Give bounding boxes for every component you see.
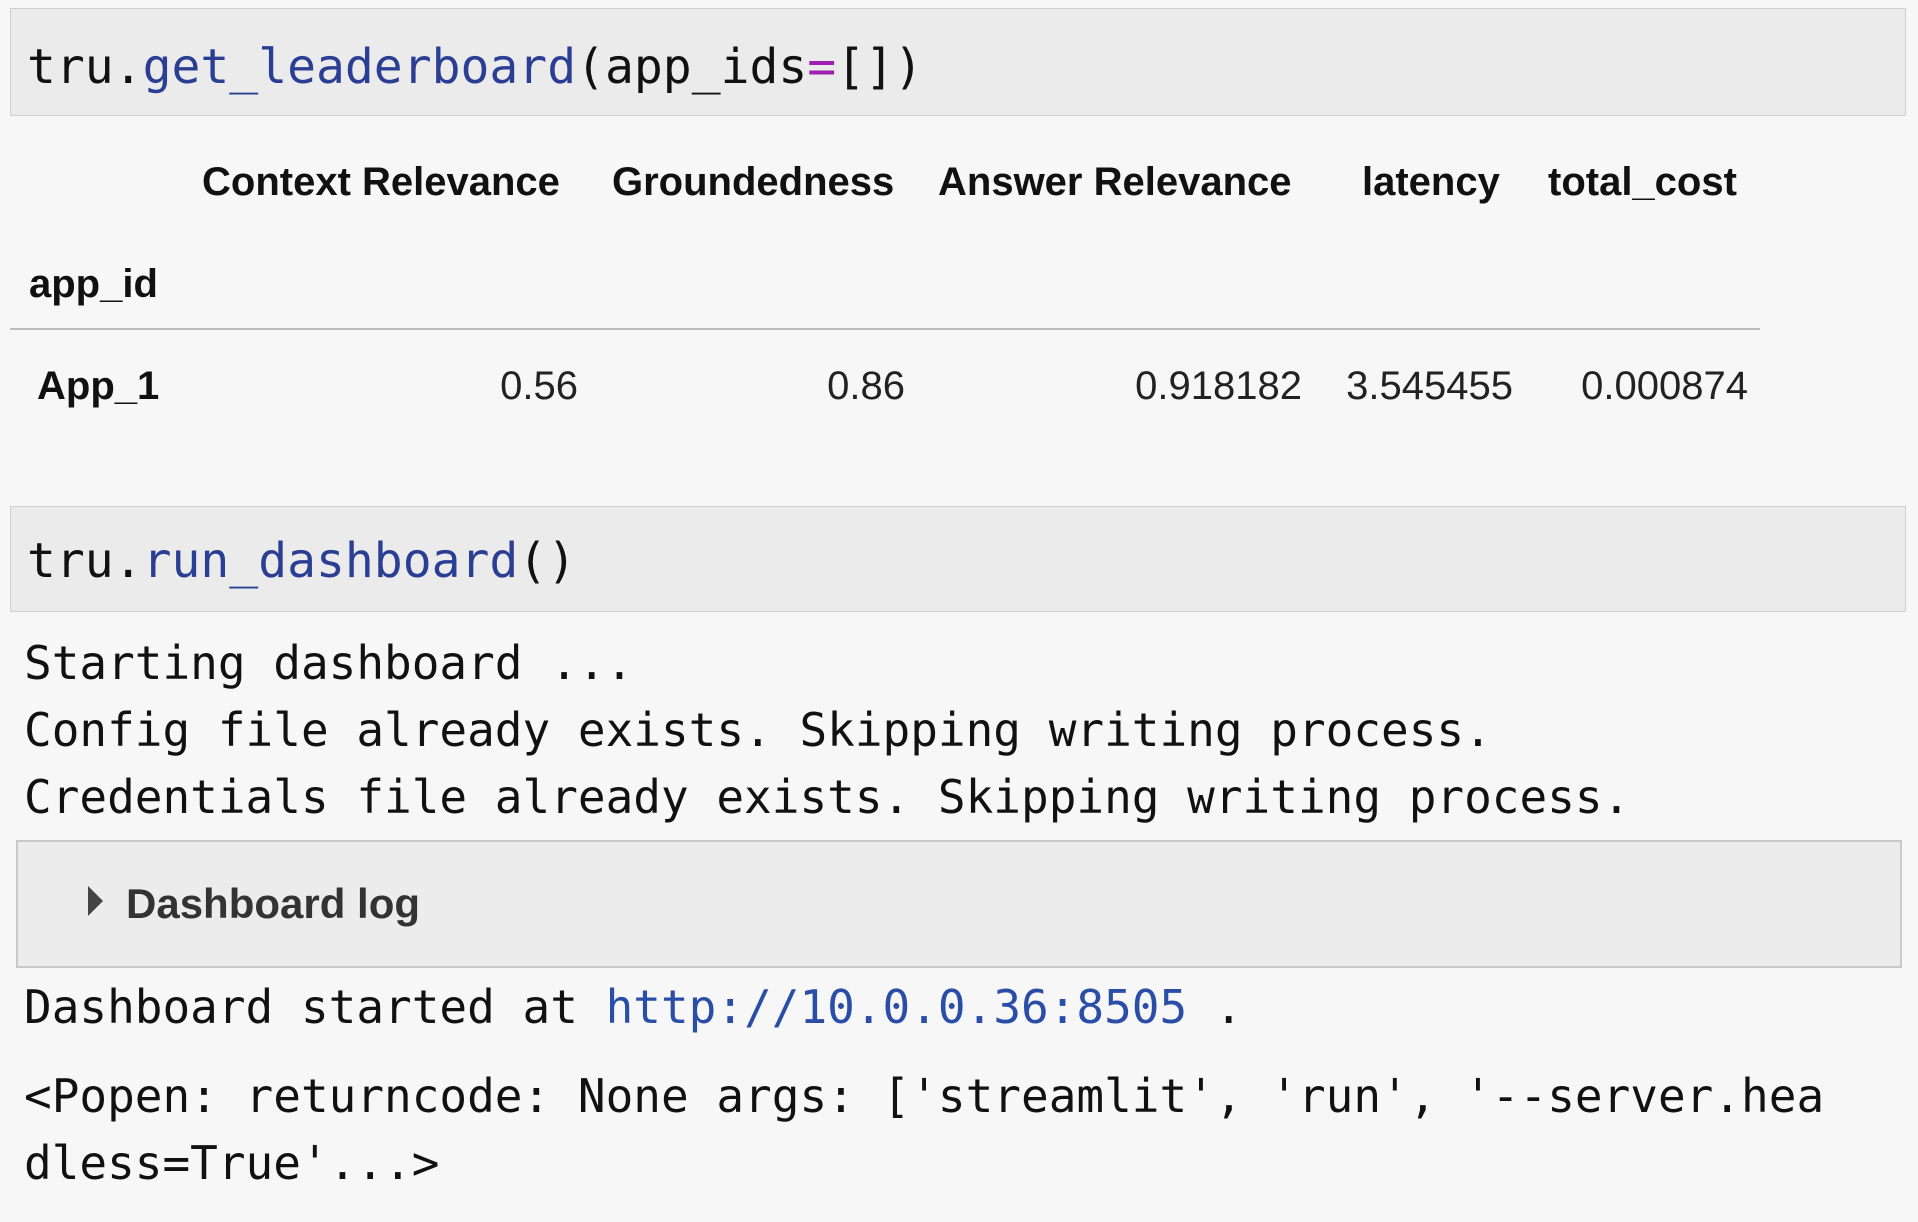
code-cell-get-leaderboard[interactable]: tru.get_leaderboard(app_ids=[]) <box>10 8 1906 116</box>
column-header-context-relevance: Context Relevance <box>202 160 560 204</box>
cell-output-stdout: Starting dashboard ... Config file alread… <box>24 630 1630 831</box>
code-paren-open: ( <box>576 39 605 95</box>
popen-line: <Popen: returncode: None args: ['streaml… <box>24 1069 1825 1123</box>
leaderboard-table: Context Relevance Groundedness Answer Re… <box>10 150 1760 450</box>
output-line: Starting dashboard ... <box>24 636 634 690</box>
code-cell-run-dashboard[interactable]: tru.run_dashboard() <box>10 506 1906 612</box>
caret-right-icon <box>88 886 103 916</box>
row-label-app: App_1 <box>37 364 160 408</box>
code-arg-value: [] <box>836 39 894 95</box>
cell-context-relevance: 0.56 <box>500 364 578 408</box>
output-line: Config file already exists. Skipping wri… <box>24 703 1492 757</box>
table-divider <box>10 328 1760 330</box>
popen-line: dless=True'...> <box>24 1136 440 1190</box>
code-dot: . <box>113 39 143 95</box>
code-paren-close: ) <box>894 39 923 95</box>
popen-result: <Popen: returncode: None args: ['streaml… <box>24 1063 1824 1197</box>
index-header-app-id: app_id <box>29 262 158 306</box>
cell-answer-relevance: 0.918182 <box>1135 364 1302 408</box>
started-prefix: Dashboard started at <box>24 980 606 1034</box>
dashboard-log-toggle[interactable]: Dashboard log <box>16 840 1902 968</box>
dashboard-started-line: Dashboard started at http://10.0.0.36:85… <box>24 974 1243 1041</box>
cell-total-cost: 0.000874 <box>1581 364 1748 408</box>
column-header-latency: latency <box>1362 160 1500 204</box>
output-line: Credentials file already exists. Skippin… <box>24 770 1631 824</box>
code-dot: . <box>113 533 143 589</box>
cell-groundedness: 0.86 <box>827 364 905 408</box>
code-object: tru <box>27 533 114 589</box>
column-header-total-cost: total_cost <box>1548 160 1737 204</box>
code-parens: () <box>518 533 577 589</box>
column-header-answer-relevance: Answer Relevance <box>938 160 1292 204</box>
code-arg-name: app_ids <box>605 39 808 95</box>
column-header-groundedness: Groundedness <box>612 160 895 204</box>
started-suffix: . <box>1187 980 1243 1034</box>
cell-latency: 3.545455 <box>1346 364 1513 408</box>
code-equals: = <box>807 39 837 95</box>
code-object: tru <box>27 39 114 95</box>
code-method: run_dashboard <box>142 533 519 589</box>
dashboard-url-link[interactable]: http://10.0.0.36:8505 <box>606 980 1188 1034</box>
code-method: get_leaderboard <box>142 39 577 95</box>
dashboard-log-label: Dashboard log <box>126 880 421 927</box>
